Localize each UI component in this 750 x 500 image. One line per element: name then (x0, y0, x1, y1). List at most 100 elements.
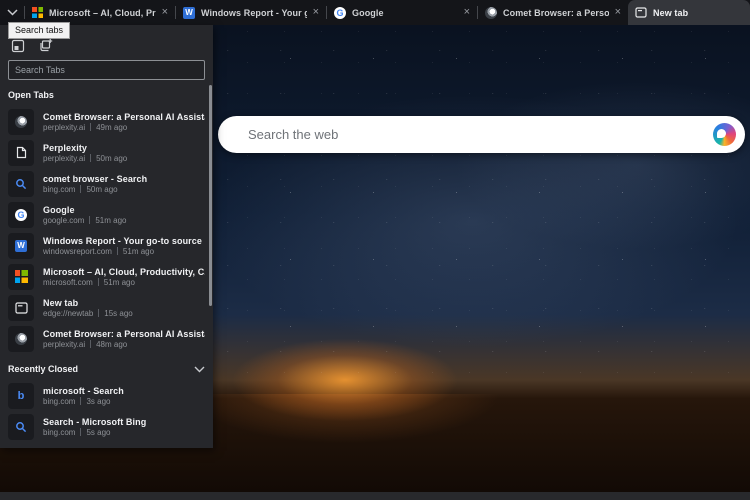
recently-closed-item[interactable]: Search - Microsoft Bing bing.com 5s ago (0, 411, 213, 442)
document-favicon-icon (16, 146, 27, 159)
open-tabs-header: Open Tabs (8, 90, 205, 100)
separator (117, 247, 118, 255)
item-title: Comet Browser: a Personal AI Assistant (43, 112, 205, 122)
item-domain: edge://newtab (43, 309, 93, 318)
comet-favicon-icon (15, 116, 27, 128)
bing-favicon-icon: b (15, 389, 28, 402)
tab-title: Google (352, 8, 458, 18)
microsoft-favicon-icon (15, 270, 28, 283)
item-domain: google.com (43, 216, 84, 225)
search-favicon-icon (15, 421, 27, 433)
item-title: Microsoft – AI, Cloud, Productivity, C..… (43, 267, 205, 277)
favicon-tile: G (8, 202, 34, 228)
item-domain: bing.com (43, 185, 75, 194)
separator (80, 185, 81, 193)
tab-view-icon (11, 39, 25, 53)
item-time: 15s ago (104, 309, 132, 318)
close-icon[interactable]: × (615, 7, 621, 18)
browser-window: Microsoft – AI, Cloud, Product × W Windo… (0, 0, 750, 500)
copilot-icon[interactable] (713, 123, 736, 146)
item-domain: perplexity.ai (43, 154, 85, 163)
open-tab-item[interactable]: Perplexity perplexity.ai 50m ago (0, 137, 213, 168)
separator (80, 428, 81, 436)
tooltip: Search tabs (8, 22, 70, 39)
windows-report-favicon-icon: W (183, 7, 195, 19)
scrollbar[interactable] (209, 85, 212, 306)
item-time: 51m ago (104, 278, 135, 287)
item-title: microsoft - Search (43, 386, 124, 396)
item-domain: bing.com (43, 397, 75, 406)
separator (90, 154, 91, 162)
tab-new-tab[interactable]: New tab (628, 0, 750, 25)
favicon-tile (8, 264, 34, 290)
restore-tab-icon (38, 38, 53, 53)
new-tab-favicon-icon (15, 302, 28, 314)
item-time: 50m ago (86, 185, 117, 194)
item-domain: microsoft.com (43, 278, 93, 287)
comet-favicon-icon (485, 7, 497, 19)
favicon-tile (8, 295, 34, 321)
separator (98, 278, 99, 286)
recently-closed-item[interactable]: b microsoft - Search bing.com3s ago (0, 380, 213, 411)
tab-title: Comet Browser: a Personal AI (503, 8, 609, 18)
favicon-tile (8, 326, 34, 352)
favicon-tile (8, 140, 34, 166)
google-favicon-icon: G (334, 7, 346, 19)
google-favicon-icon: G (15, 209, 27, 221)
item-time: 50m ago (96, 154, 127, 163)
favicon-tile (8, 414, 34, 440)
open-tabs-list: Comet Browser: a Personal AI Assistant p… (0, 106, 213, 354)
open-tab-item[interactable]: Microsoft – AI, Cloud, Productivity, C..… (0, 261, 213, 292)
search-favicon-icon (15, 178, 27, 190)
microsoft-favicon-icon (32, 7, 43, 18)
close-icon[interactable]: × (464, 7, 470, 18)
open-tab-item[interactable]: G Google google.com 51m ago (0, 199, 213, 230)
tab-google[interactable]: G Google × (327, 0, 477, 25)
item-time: 51m ago (95, 216, 126, 225)
windows-report-favicon-icon: W (15, 240, 27, 252)
tab-search-panel: Open Tabs Comet Browser: a Personal AI A… (0, 25, 213, 448)
favicon-tile: W (8, 233, 34, 259)
open-tab-item[interactable]: New tab edge://newtab15s ago (0, 292, 213, 323)
close-icon[interactable]: × (313, 7, 319, 18)
item-time: 48m ago (96, 340, 127, 349)
open-tab-item[interactable]: Comet Browser: a Personal AI Assistant p… (0, 106, 213, 137)
separator (89, 216, 90, 224)
item-title: Search - Microsoft Bing (43, 417, 146, 427)
separator (90, 123, 91, 131)
close-icon[interactable]: × (162, 7, 168, 18)
item-title: Google (43, 205, 127, 215)
open-tab-item[interactable]: comet browser - Search bing.com 50m ago (0, 168, 213, 199)
chevron-down-icon (7, 9, 18, 16)
item-title: Perplexity (43, 143, 127, 153)
separator (80, 397, 81, 405)
recently-closed-header[interactable]: Recently Closed (8, 364, 205, 374)
open-tab-item[interactable]: Comet Browser: a Personal AI Assistant p… (0, 323, 213, 354)
recently-closed-header-label: Recently Closed (8, 364, 78, 374)
item-domain: bing.com (43, 428, 75, 437)
tab-bar: Microsoft – AI, Cloud, Product × W Windo… (0, 0, 750, 25)
item-domain: perplexity.ai (43, 340, 85, 349)
item-title: comet browser - Search (43, 174, 147, 184)
tab-windows-report[interactable]: W Windows Report - Your go-to × (176, 0, 326, 25)
search-tabs-input[interactable] (8, 60, 205, 80)
tab-comet-browser[interactable]: Comet Browser: a Personal AI × (478, 0, 628, 25)
item-time: 51m ago (123, 247, 154, 256)
tab-title: New tab (653, 8, 743, 18)
recently-closed-list: b microsoft - Search bing.com3s ago Sear… (0, 380, 213, 442)
web-search-bar[interactable]: Search the web (218, 116, 745, 153)
item-time: 5s ago (86, 428, 110, 437)
web-search-placeholder: Search the web (248, 127, 713, 142)
item-title: Windows Report - Your go-to source ... (43, 236, 205, 246)
open-tabs-view-button[interactable] (10, 38, 25, 53)
item-time: 49m ago (96, 123, 127, 132)
open-tab-item[interactable]: W Windows Report - Your go-to source ...… (0, 230, 213, 261)
separator (98, 309, 99, 317)
chevron-down-icon[interactable] (194, 366, 205, 373)
separator (90, 340, 91, 348)
favicon-tile: b (8, 383, 34, 409)
comet-favicon-icon (15, 333, 27, 345)
restore-tab-button[interactable] (38, 38, 53, 53)
item-domain: windowsreport.com (43, 247, 112, 256)
tab-title: Microsoft – AI, Cloud, Product (49, 8, 156, 18)
